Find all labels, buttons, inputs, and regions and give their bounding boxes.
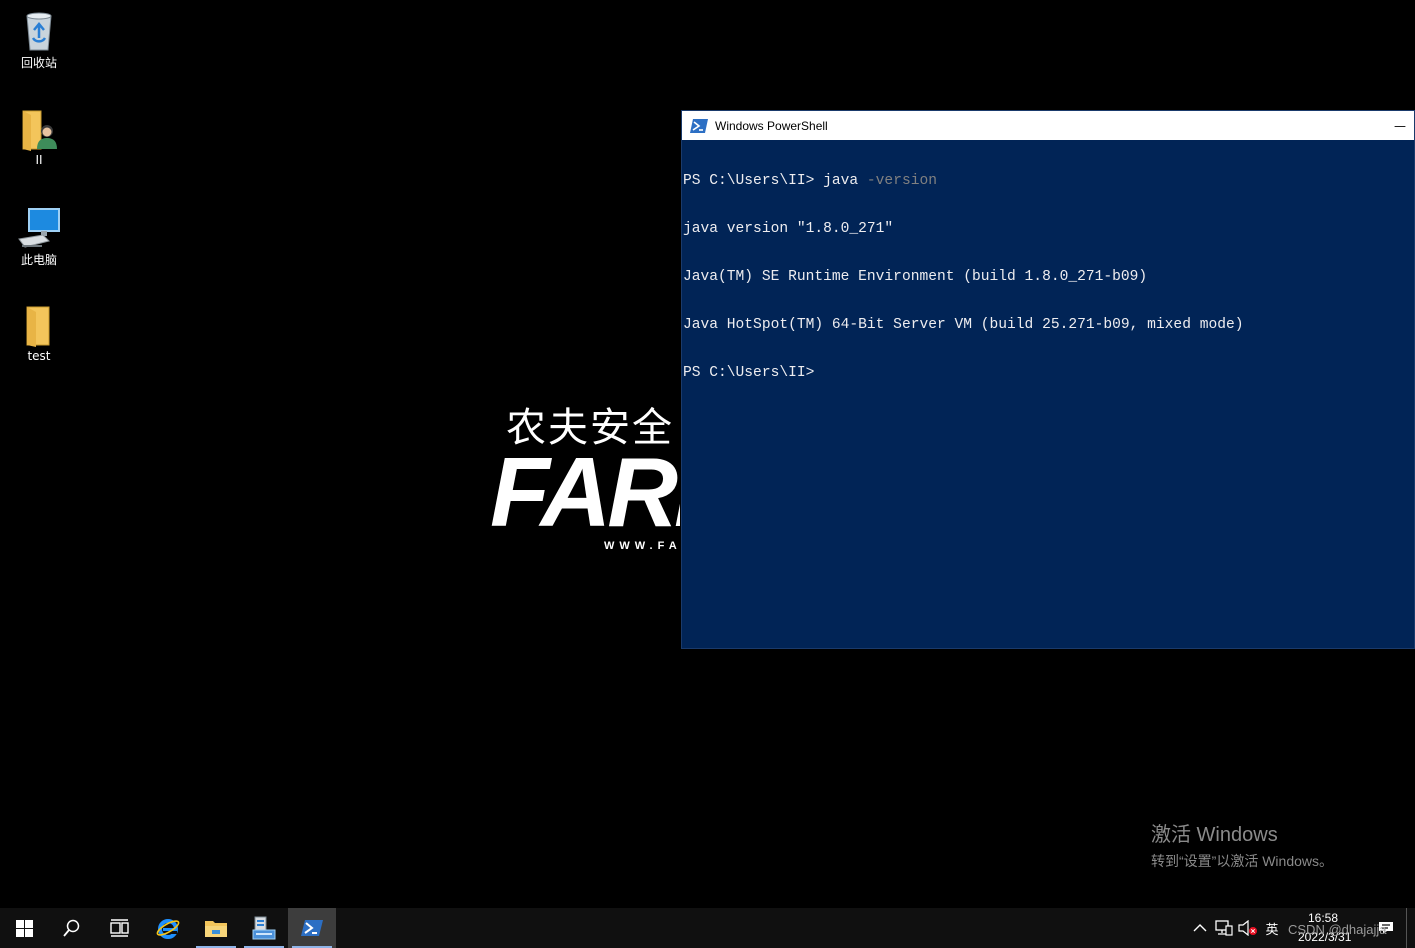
taskbar-server-manager[interactable]	[240, 908, 288, 948]
activate-subtitle: 转到“设置”以激活 Windows。	[1151, 853, 1334, 869]
desktop-icon-label: 此电脑	[20, 253, 57, 267]
file-explorer-icon	[205, 921, 227, 937]
console-line: PS C:\Users\II> java -version	[683, 173, 1414, 189]
activate-title: 激活 Windows	[1151, 824, 1278, 846]
desktop-icon-label: II	[35, 153, 43, 167]
console-parameter: -version	[866, 173, 937, 189]
csdn-watermark: CSDN @dhajajja	[1288, 922, 1387, 937]
wallpaper-logo: 农夫安全 FARM WWW.FA	[490, 395, 680, 555]
wallpaper-logo-url: WWW.FA	[604, 540, 680, 552]
start-icon	[15, 919, 33, 937]
powershell-console[interactable]: PS C:\Users\II> java -version java versi…	[682, 140, 1414, 413]
start-button[interactable]	[0, 908, 48, 948]
show-hidden-icons-button[interactable]	[1188, 908, 1212, 948]
recycle-bin-icon	[26, 12, 52, 51]
console-prompt: PS C:\Users\II>	[683, 173, 824, 189]
desktop-icon-this-pc[interactable]: 此电脑	[8, 205, 70, 268]
console-line: PS C:\Users\II>	[683, 365, 1414, 381]
user-folder-icon	[22, 110, 57, 151]
volume-button[interactable]	[1236, 908, 1260, 948]
console-line: java version "1.8.0_271"	[683, 221, 894, 237]
network-button[interactable]	[1212, 908, 1236, 948]
taskbar: 英 16:58 2022/3/31	[0, 908, 1415, 948]
desktop-icon-label: 回收站	[20, 56, 57, 70]
console-command: java	[823, 173, 867, 189]
powershell-icon	[690, 118, 708, 133]
powershell-titlebar[interactable]: Windows PowerShell —	[682, 111, 1414, 140]
powershell-title: Windows PowerShell	[715, 118, 828, 133]
console-prompt: PS C:\Users\II>	[683, 365, 824, 381]
desktop-icon-user-folder[interactable]: II	[8, 107, 70, 167]
internet-explorer-icon	[156, 919, 180, 939]
wallpaper-logo-en: FARM	[490, 437, 680, 547]
task-view-icon	[110, 919, 129, 937]
search-button[interactable]	[48, 908, 96, 948]
activate-windows-watermark: 激活 Windows 转到“设置”以激活 Windows。	[1151, 818, 1333, 871]
volume-muted-icon	[1238, 920, 1257, 936]
input-method-indicator[interactable]: 英	[1260, 908, 1284, 948]
desktop-icon-recycle-bin[interactable]: 回收站	[8, 8, 70, 71]
powershell-window[interactable]: Windows PowerShell — PS C:\Users\II> jav…	[681, 110, 1415, 649]
taskbar-internet-explorer[interactable]	[144, 908, 192, 948]
network-icon	[1215, 920, 1233, 936]
powershell-icon	[301, 920, 323, 936]
computer-icon	[18, 208, 60, 248]
taskbar-powershell[interactable]	[288, 908, 336, 948]
console-line: Java HotSpot(TM) 64-Bit Server VM (build…	[683, 317, 1244, 333]
console-line: Java(TM) SE Runtime Environment (build 1…	[683, 269, 1148, 285]
minimize-button[interactable]: —	[1386, 111, 1414, 140]
chevron-up-icon	[1193, 924, 1207, 932]
server-manager-icon	[252, 916, 276, 940]
show-desktop-button[interactable]	[1406, 908, 1411, 948]
task-view-button[interactable]	[96, 908, 144, 948]
desktop-icon-label: test	[27, 349, 51, 363]
search-icon	[63, 919, 80, 937]
taskbar-file-explorer[interactable]	[192, 908, 240, 948]
desktop-icon-test-folder[interactable]: test	[8, 303, 70, 363]
folder-icon	[26, 306, 50, 347]
